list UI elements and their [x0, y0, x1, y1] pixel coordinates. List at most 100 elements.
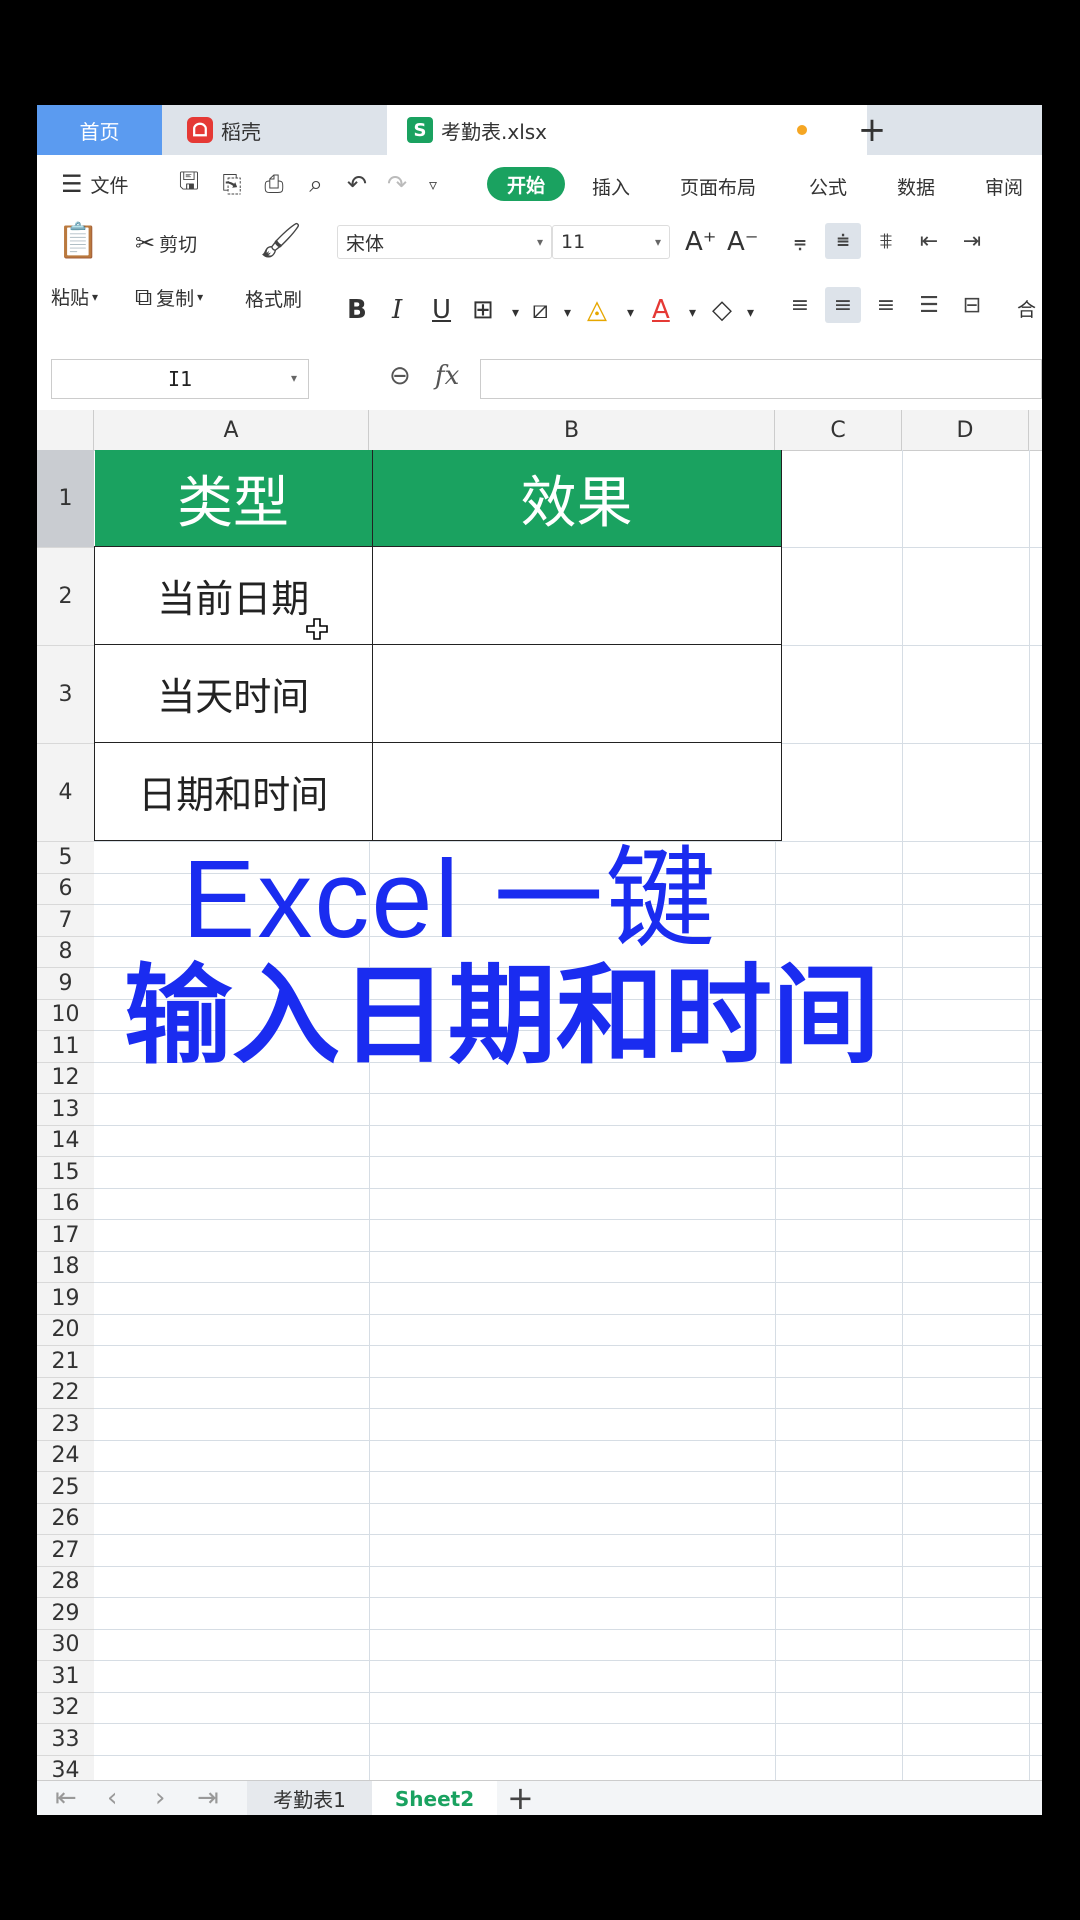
menu-page-layout[interactable]: 页面布局 — [680, 173, 756, 200]
row-header-6[interactable]: 6 — [37, 873, 94, 905]
font-name-select[interactable]: 宋体 ▾ — [337, 225, 552, 259]
sheet-tab-2[interactable]: Sheet2 — [372, 1781, 497, 1815]
prev-sheet-icon[interactable]: ‹ — [107, 1783, 117, 1813]
bold-icon[interactable]: B — [347, 295, 367, 325]
column-header-c[interactable]: C — [775, 410, 902, 450]
decrease-font-icon[interactable]: A⁻ — [727, 227, 759, 257]
row-header-18[interactable]: 18 — [37, 1251, 94, 1283]
row-header-14[interactable]: 14 — [37, 1125, 94, 1157]
justify-icon[interactable]: ☰ — [911, 287, 947, 323]
cell-style-icon[interactable]: ⧄ — [532, 295, 549, 326]
cell-a3[interactable]: 当天时间 — [94, 644, 373, 743]
font-color-icon[interactable]: A — [652, 295, 670, 325]
paste-button[interactable]: 📋 — [57, 221, 99, 261]
chevron-down-icon[interactable]: ▾ — [689, 305, 696, 321]
row-header-13[interactable]: 13 — [37, 1094, 94, 1126]
row-header-5[interactable]: 5 — [37, 842, 94, 874]
menu-start[interactable]: 开始 — [487, 167, 565, 201]
select-all-corner[interactable] — [37, 410, 94, 450]
row-header-11[interactable]: 11 — [37, 1031, 94, 1063]
row-header-2[interactable]: 2 — [37, 548, 94, 646]
sheet-tab-1[interactable]: 考勤表1 — [247, 1781, 372, 1815]
new-tab-button[interactable]: + — [847, 105, 897, 155]
add-sheet-button[interactable]: + — [507, 1779, 534, 1815]
name-box[interactable]: I1 — [51, 359, 309, 399]
row-header-9[interactable]: 9 — [37, 968, 94, 1000]
cell-a2[interactable]: 当前日期 — [94, 546, 373, 645]
row-header-25[interactable]: 25 — [37, 1472, 94, 1504]
menu-review[interactable]: 审阅 — [985, 173, 1023, 200]
row-header-10[interactable]: 10 — [37, 999, 94, 1031]
last-sheet-icon[interactable]: ⇥ — [197, 1783, 219, 1813]
chevron-down-icon[interactable]: ▾ — [627, 305, 634, 321]
decrease-indent-icon[interactable]: ⇤ — [911, 223, 947, 259]
row-header-30[interactable]: 30 — [37, 1629, 94, 1661]
row-header-4[interactable]: 4 — [37, 744, 94, 842]
column-header-d[interactable]: D — [902, 410, 1029, 450]
row-header-8[interactable]: 8 — [37, 936, 94, 968]
format-painter-label-button[interactable]: 格式刷 — [245, 285, 302, 312]
row-header-12[interactable]: 12 — [37, 1062, 94, 1094]
tab-file[interactable]: S 考勤表.xlsx — [387, 105, 867, 155]
cell-a4[interactable]: 日期和时间 — [94, 742, 373, 841]
paste-label-button[interactable]: 粘贴 ▾ — [51, 283, 98, 310]
fill-color-icon[interactable]: ◬ — [587, 295, 607, 325]
copy-button[interactable]: ⧉ 复制 ▾ — [135, 283, 203, 311]
row-header-23[interactable]: 23 — [37, 1409, 94, 1441]
row-header-16[interactable]: 16 — [37, 1188, 94, 1220]
row-header-7[interactable]: 7 — [37, 905, 94, 937]
formula-input[interactable] — [480, 359, 1042, 399]
undo-icon[interactable]: ↶ — [342, 169, 372, 199]
next-sheet-icon[interactable]: › — [155, 1783, 165, 1813]
row-header-24[interactable]: 24 — [37, 1440, 94, 1472]
row-header-21[interactable]: 21 — [37, 1346, 94, 1378]
quick-access-dropdown-icon[interactable]: ▿ — [418, 169, 448, 199]
align-top-icon[interactable]: ⩦ — [782, 223, 818, 259]
chevron-down-icon[interactable]: ▾ — [512, 305, 519, 321]
align-middle-icon[interactable]: ⩧ — [825, 223, 861, 259]
font-size-select[interactable]: 11 ▾ — [552, 225, 670, 259]
chevron-down-icon[interactable]: ▾ — [291, 371, 297, 385]
row-header-22[interactable]: 22 — [37, 1377, 94, 1409]
italic-icon[interactable]: I — [392, 295, 402, 325]
column-header-a[interactable]: A — [94, 410, 369, 450]
cut-button[interactable]: ✂ 剪切 — [135, 229, 197, 257]
distribute-icon[interactable]: ⊟ — [954, 287, 990, 323]
chevron-down-icon[interactable]: ▾ — [747, 305, 754, 321]
print-icon[interactable]: ⎙ — [259, 169, 289, 199]
tab-home[interactable]: 首页 — [37, 105, 162, 155]
menu-formulas[interactable]: 公式 — [809, 173, 847, 200]
row-header-26[interactable]: 26 — [37, 1503, 94, 1535]
row-header-31[interactable]: 31 — [37, 1661, 94, 1693]
row-header-28[interactable]: 28 — [37, 1566, 94, 1598]
row-header-3[interactable]: 3 — [37, 646, 94, 744]
zoom-icon[interactable]: ⊖ — [389, 361, 411, 391]
row-header-32[interactable]: 32 — [37, 1692, 94, 1724]
row-header-27[interactable]: 27 — [37, 1535, 94, 1567]
underline-icon[interactable]: U — [432, 295, 451, 325]
align-right-icon[interactable]: ≡ — [868, 287, 904, 323]
row-header-33[interactable]: 33 — [37, 1724, 94, 1756]
row-header-17[interactable]: 17 — [37, 1220, 94, 1252]
print-preview-icon[interactable]: ⌕ — [301, 169, 331, 199]
align-left-icon[interactable]: ≡ — [782, 287, 818, 323]
row-header-29[interactable]: 29 — [37, 1598, 94, 1630]
row-header-1[interactable]: 1 — [37, 450, 94, 548]
border-icon[interactable]: ⊞ — [472, 295, 494, 325]
fx-button[interactable]: fx — [435, 361, 459, 391]
header-cell-type[interactable]: 类型 — [94, 450, 373, 547]
column-header-b[interactable]: B — [369, 410, 775, 450]
redo-icon[interactable]: ↷ — [382, 169, 412, 199]
menu-data[interactable]: 数据 — [897, 173, 935, 200]
format-painter-button[interactable]: 🖌 — [259, 221, 302, 261]
first-sheet-icon[interactable]: ⇤ — [55, 1783, 77, 1813]
cell-b3[interactable] — [371, 644, 782, 743]
align-bottom-icon[interactable]: ⩨ — [868, 223, 904, 259]
row-header-20[interactable]: 20 — [37, 1314, 94, 1346]
merge-button[interactable]: 合 — [1017, 295, 1036, 322]
header-cell-effect[interactable]: 效果 — [372, 450, 782, 547]
chevron-down-icon[interactable]: ▾ — [564, 305, 571, 321]
row-header-15[interactable]: 15 — [37, 1157, 94, 1189]
increase-font-icon[interactable]: A⁺ — [685, 227, 717, 257]
align-center-icon[interactable]: ≡ — [825, 287, 861, 323]
